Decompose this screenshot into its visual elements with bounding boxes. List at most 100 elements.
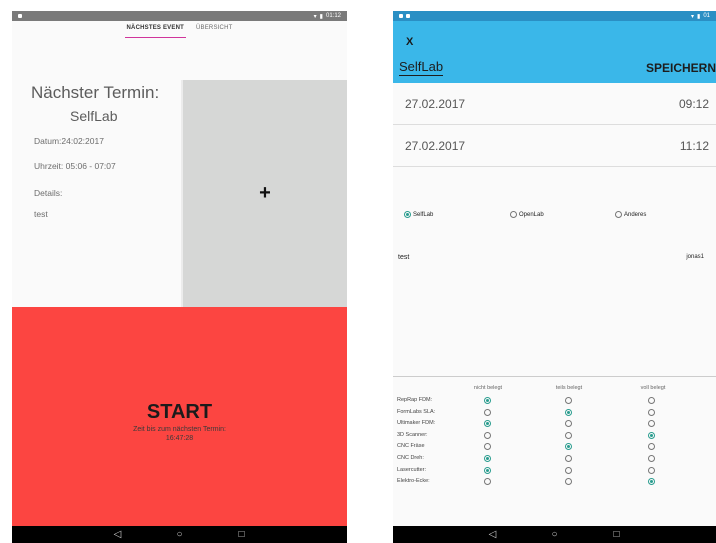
lab-title-field[interactable]: SelfLab — [399, 59, 444, 76]
wifi-icon: ▾ — [690, 13, 694, 20]
start-label: START — [146, 401, 213, 423]
notification-icon — [18, 14, 22, 18]
radio-free[interactable] — [484, 443, 491, 451]
navigation-bar: ◁ ○ □ — [393, 526, 716, 543]
status-icons: ▾ ▮ 01 — [691, 13, 710, 20]
machine-name: CNC Fräse — [397, 443, 425, 450]
column-header-partial: teils belegt — [555, 385, 583, 391]
details-label: Details: — [34, 188, 63, 198]
countdown-value: 16:47:28 — [165, 435, 194, 442]
radio-icon — [404, 211, 411, 218]
radio-full[interactable] — [648, 431, 655, 439]
battery-icon: ▮ — [697, 13, 701, 20]
next-event-heading: Nächster Termin: — [31, 83, 160, 102]
machine-name: 3D Scanner: — [397, 431, 428, 438]
machine-name: RepRap FDM: — [397, 397, 433, 403]
end-date: 27.02.2017 — [405, 139, 466, 153]
start-date: 27.02.2017 — [405, 97, 466, 111]
clock: 01:12 — [325, 13, 341, 19]
start-button[interactable]: START Zeit bis zum nächsten Termin: 16:4… — [12, 307, 347, 526]
radio-full[interactable] — [648, 466, 655, 474]
machine-name: Elektro-Ecke: — [397, 478, 430, 485]
machine-name: Ultimaker FDM: — [397, 420, 436, 427]
radio-icon — [615, 211, 622, 218]
status-bar: ▾ ▮ 01 — [393, 11, 716, 21]
radio-selflab[interactable]: SelfLab — [404, 211, 433, 218]
back-icon[interactable]: ◁ — [111, 526, 125, 543]
wifi-icon: ▾ — [313, 13, 317, 20]
clock: 01 — [703, 13, 710, 19]
radio-full[interactable] — [648, 478, 655, 486]
machine-row: CNC Dreh: — [393, 453, 716, 465]
radio-partial[interactable] — [565, 478, 572, 486]
machine-name: Lasercutter: — [397, 466, 427, 473]
radio-partial[interactable] — [565, 397, 572, 404]
divider — [393, 376, 716, 377]
close-button[interactable]: X — [406, 36, 413, 48]
radio-free[interactable] — [484, 431, 491, 439]
event-screen: ▾ ▮ 01:12 NÄCHSTES EVENT ÜBERSICHT Nächs… — [12, 11, 347, 543]
lab-radio-group: SelfLab OpenLab Anderes — [393, 211, 716, 223]
radio-partial[interactable] — [565, 466, 572, 474]
radio-label: SelfLab — [413, 211, 434, 218]
recents-icon[interactable]: □ — [610, 526, 624, 543]
radio-full[interactable] — [648, 408, 655, 416]
description-field[interactable]: test — [398, 254, 409, 261]
notification-icon — [406, 14, 410, 18]
user-name: jonas1 — [686, 254, 704, 260]
home-icon[interactable]: ○ — [548, 526, 562, 543]
add-event-button[interactable]: + — [181, 80, 347, 307]
status-icons: ▾ ▮ 01:12 — [314, 13, 341, 20]
start-datetime-row[interactable]: 27.02.2017 09:12 — [393, 83, 716, 125]
radio-partial[interactable] — [565, 408, 572, 416]
radio-partial[interactable] — [565, 443, 572, 451]
machine-row: RepRap FDM: — [393, 395, 716, 407]
end-datetime-row[interactable]: 27.02.2017 11:12 — [393, 125, 716, 167]
radio-free[interactable] — [484, 408, 491, 416]
radio-partial[interactable] — [565, 420, 572, 428]
radio-partial[interactable] — [565, 431, 572, 439]
radio-full[interactable] — [648, 397, 655, 404]
tab-bar: NÄCHSTES EVENT ÜBERSICHT — [12, 21, 347, 51]
tab-next-event[interactable]: NÄCHSTES EVENT — [124, 25, 186, 38]
radio-full[interactable] — [648, 443, 655, 451]
back-icon[interactable]: ◁ — [486, 526, 500, 543]
machine-row: Elektro-Ecke: — [393, 476, 716, 488]
machine-name: CNC Dreh: — [397, 455, 424, 461]
radio-anderes[interactable]: Anderes — [615, 211, 646, 218]
radio-free[interactable] — [484, 397, 491, 404]
radio-free[interactable] — [484, 478, 491, 486]
save-button[interactable]: SPEICHERN — [646, 61, 716, 75]
radio-label: OpenLab — [519, 211, 544, 218]
next-event-time: Uhrzeit: 05:06 - 07:07 — [34, 161, 116, 171]
battery-icon: ▮ — [319, 13, 323, 20]
start-time: 09:12 — [678, 97, 709, 111]
end-time: 11:12 — [679, 139, 709, 153]
next-event-lab: SelfLab — [70, 108, 118, 124]
radio-partial[interactable] — [565, 455, 572, 462]
radio-full[interactable] — [648, 420, 655, 428]
radio-label: Anderes — [624, 211, 647, 218]
column-header-full: voll belegt — [640, 385, 666, 391]
plus-icon: + — [259, 182, 271, 204]
machine-row: Lasercutter: — [393, 465, 716, 477]
radio-full[interactable] — [648, 455, 655, 462]
recents-icon[interactable]: □ — [235, 526, 249, 543]
notification-icons — [399, 14, 410, 18]
image-icon — [399, 14, 403, 18]
details-text: test — [34, 209, 48, 219]
countdown-label: Zeit bis zum nächsten Termin: — [133, 426, 226, 433]
machine-row: Ultimaker FDM: — [393, 418, 716, 430]
tab-overview[interactable]: ÜBERSICHT — [194, 25, 234, 37]
home-icon[interactable]: ○ — [173, 526, 187, 543]
app-header: X SelfLab SPEICHERN — [393, 21, 716, 83]
radio-free[interactable] — [484, 455, 491, 462]
machine-name: FormLabs SLA: — [397, 408, 436, 415]
machine-row: 3D Scanner: — [393, 430, 716, 442]
radio-openlab[interactable]: OpenLab — [510, 211, 544, 218]
radio-free[interactable] — [484, 466, 491, 474]
column-header-free: nicht belegt — [473, 385, 503, 391]
status-bar: ▾ ▮ 01:12 — [12, 11, 347, 21]
radio-free[interactable] — [484, 420, 491, 428]
edit-event-screen: ▾ ▮ 01 X SelfLab SPEICHERN 27.02.2017 09… — [393, 11, 716, 543]
